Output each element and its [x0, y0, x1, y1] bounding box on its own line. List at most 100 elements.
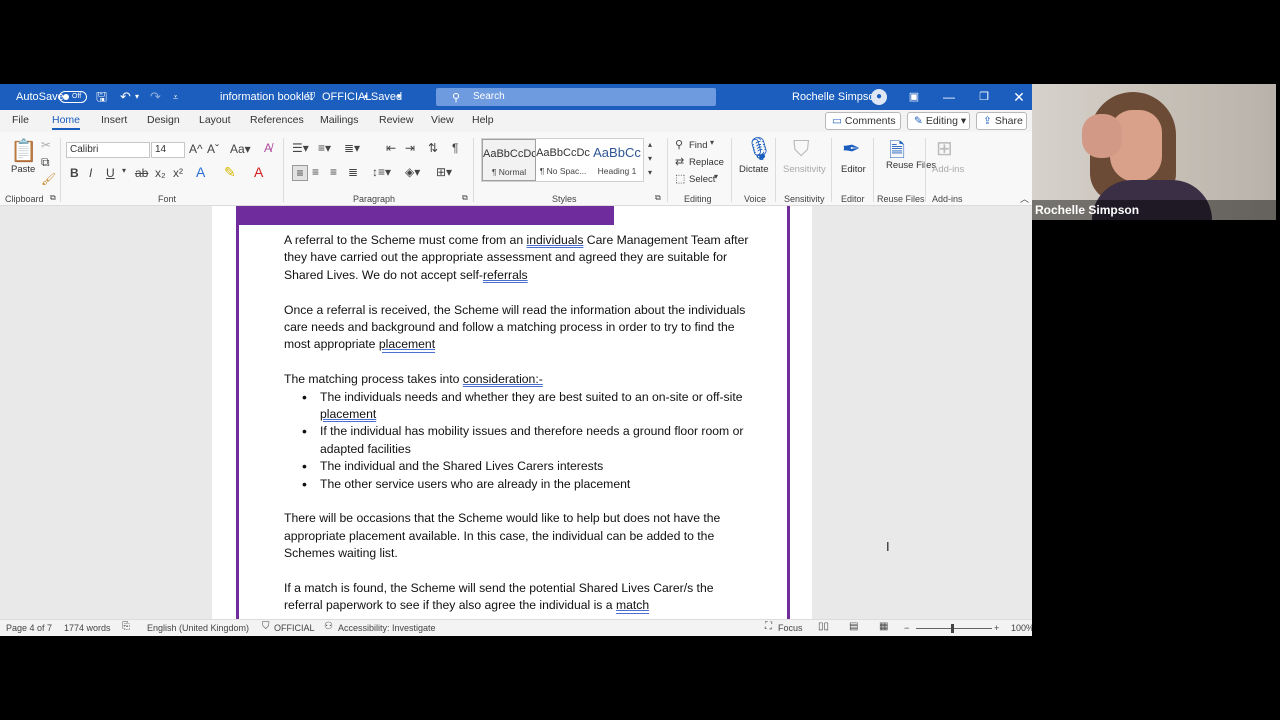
style-heading-1[interactable]: AaBbCc Heading 1 — [590, 139, 644, 181]
save-icon[interactable]: 🖫 — [96, 84, 107, 110]
spelling-flag[interactable]: individuals — [527, 233, 584, 247]
align-right-icon[interactable]: ≡ — [330, 165, 337, 179]
undo-dropdown-icon[interactable]: ▾ — [135, 84, 139, 110]
paragraph[interactable]: There will be occasions that the Scheme … — [284, 510, 754, 562]
zoom-out-icon[interactable]: − — [904, 623, 909, 633]
undo-icon[interactable]: ↶ — [120, 84, 131, 110]
borders-icon[interactable]: ⊞▾ — [436, 165, 452, 179]
highlight-icon[interactable]: ✎ — [224, 164, 236, 181]
sort-icon[interactable]: ⇅ — [428, 141, 438, 155]
spelling-flag[interactable]: placement — [320, 407, 376, 421]
format-painter-icon[interactable]: 🖌 — [41, 172, 56, 186]
spelling-flag[interactable]: consideration:- — [463, 372, 543, 386]
find-icon[interactable]: ⚲ — [675, 138, 683, 151]
editor-button[interactable]: Editor — [841, 164, 866, 175]
paste-icon[interactable]: 📋 — [10, 138, 37, 164]
share-button[interactable]: ⇪ Share — [976, 112, 1027, 130]
search-box[interactable]: ⚲ Search — [436, 88, 716, 106]
cut-icon[interactable]: ✂ — [41, 138, 51, 152]
autosave-toggle[interactable]: Off — [59, 91, 87, 103]
clipboard-launcher-icon[interactable]: ⧉ — [50, 193, 56, 203]
find-dropdown-icon[interactable]: ▾ — [710, 138, 714, 147]
paragraph-launcher-icon[interactable]: ⧉ — [462, 193, 468, 203]
word-count[interactable]: 1774 words — [64, 623, 111, 633]
accessibility-status[interactable]: Accessibility: Investigate — [338, 623, 436, 633]
align-left-icon[interactable]: ≡ — [292, 165, 308, 181]
tab-references[interactable]: References — [250, 114, 304, 126]
shading-icon[interactable]: ◈▾ — [405, 165, 420, 179]
document-workspace[interactable]: A referral to the Scheme must come from … — [0, 206, 1032, 623]
document-title[interactable]: information booklet — [220, 84, 313, 110]
spelling-flag[interactable]: match — [616, 598, 649, 612]
focus-button[interactable]: Focus — [778, 623, 803, 633]
list-item[interactable]: If the individual has mobility issues an… — [302, 423, 754, 458]
tab-layout[interactable]: Layout — [199, 114, 231, 126]
paragraph[interactable]: Once a referral is received, the Scheme … — [284, 302, 754, 354]
list-item[interactable]: The individual and the Shared Lives Care… — [302, 458, 754, 476]
paragraph[interactable]: A referral to the Scheme must come from … — [284, 232, 754, 284]
restore-icon[interactable]: ❐ — [969, 84, 999, 110]
avatar-icon[interactable]: ● — [871, 89, 887, 105]
style-normal[interactable]: AaBbCcDc ¶ Normal — [482, 139, 536, 181]
editor-icon[interactable]: ✒ — [842, 136, 860, 162]
tab-insert[interactable]: Insert — [101, 114, 127, 126]
select-dropdown-icon[interactable]: ▾ — [714, 172, 718, 181]
spelling-flag[interactable]: referrals — [483, 268, 528, 282]
close-icon[interactable]: ✕ — [1004, 84, 1032, 110]
tab-view[interactable]: View — [431, 114, 454, 126]
minimize-icon[interactable]: — — [934, 84, 964, 110]
underline-dropdown-icon[interactable]: ▾ — [122, 166, 126, 175]
language[interactable]: English (United Kingdom) — [147, 623, 249, 633]
editing-mode-button[interactable]: ✎ Editing ▾ — [907, 112, 970, 130]
select-icon[interactable]: ⬚ — [675, 172, 685, 185]
comments-button[interactable]: ▭ Comments — [825, 112, 901, 130]
tab-review[interactable]: Review — [379, 114, 413, 126]
redo-icon[interactable]: ↷ — [150, 84, 161, 110]
paste-label[interactable]: Paste — [11, 164, 35, 175]
style-no-spacing[interactable]: AaBbCcDc ¶ No Spac... — [536, 139, 590, 181]
ribbon-display-icon[interactable]: ▣ — [899, 84, 929, 110]
font-name-box[interactable]: Calibri — [66, 142, 150, 158]
paragraph[interactable]: The matching process takes into consider… — [284, 371, 754, 388]
strikethrough-icon[interactable]: ab — [135, 166, 148, 180]
bold-icon[interactable]: B — [70, 166, 79, 180]
dictate-button[interactable]: Dictate — [739, 164, 769, 175]
font-size-box[interactable]: 14 — [151, 142, 185, 158]
zoom-level[interactable]: 100% — [1011, 623, 1032, 633]
show-formatting-icon[interactable]: ¶ — [452, 141, 458, 155]
text-effects-icon[interactable]: A — [196, 164, 205, 180]
document-page[interactable]: A referral to the Scheme must come from … — [212, 206, 812, 623]
find-button[interactable]: Find — [689, 140, 707, 151]
reuse-files-button[interactable]: Reuse Files — [886, 160, 936, 172]
change-case-icon[interactable]: Aa▾ — [230, 142, 251, 156]
customize-toolbar-icon[interactable]: ⩡ — [173, 84, 178, 110]
zoom-in-icon[interactable]: + — [994, 623, 999, 633]
copy-icon[interactable]: ⧉ — [41, 155, 50, 170]
superscript-icon[interactable]: x² — [173, 166, 183, 180]
replace-icon[interactable]: ⇄ — [675, 155, 684, 168]
paragraph[interactable]: If a match is found, the Scheme will sen… — [284, 580, 754, 615]
decrease-indent-icon[interactable]: ⇤ — [386, 141, 396, 155]
underline-icon[interactable]: U — [106, 166, 115, 180]
line-spacing-icon[interactable]: ↕≡▾ — [372, 165, 391, 179]
increase-indent-icon[interactable]: ⇥ — [405, 141, 415, 155]
proofing-icon[interactable]: ⎘ — [122, 621, 130, 632]
tab-design[interactable]: Design — [147, 114, 180, 126]
document-body[interactable]: A referral to the Scheme must come from … — [284, 232, 754, 615]
bullets-icon[interactable]: ☰▾ — [292, 141, 309, 155]
shrink-font-icon[interactable]: Aˇ — [207, 142, 219, 156]
grow-font-icon[interactable]: A^ — [189, 142, 203, 156]
italic-icon[interactable]: I — [89, 166, 92, 180]
tab-mailings[interactable]: Mailings — [320, 114, 359, 126]
tab-file[interactable]: File — [12, 114, 29, 126]
print-layout-icon[interactable]: ▤ — [849, 621, 858, 632]
font-color-icon[interactable]: A — [254, 164, 263, 180]
select-button[interactable]: Select — [689, 174, 715, 185]
multilevel-list-icon[interactable]: ≣▾ — [344, 141, 360, 155]
subscript-icon[interactable]: x₂ — [155, 166, 166, 180]
microphone-icon[interactable]: 🎙 — [745, 136, 773, 162]
replace-button[interactable]: Replace — [689, 157, 724, 168]
tab-home[interactable]: Home — [52, 114, 81, 130]
page-count[interactable]: Page 4 of 7 — [6, 623, 52, 633]
collapse-ribbon-icon[interactable]: ︿ — [1020, 192, 1029, 205]
